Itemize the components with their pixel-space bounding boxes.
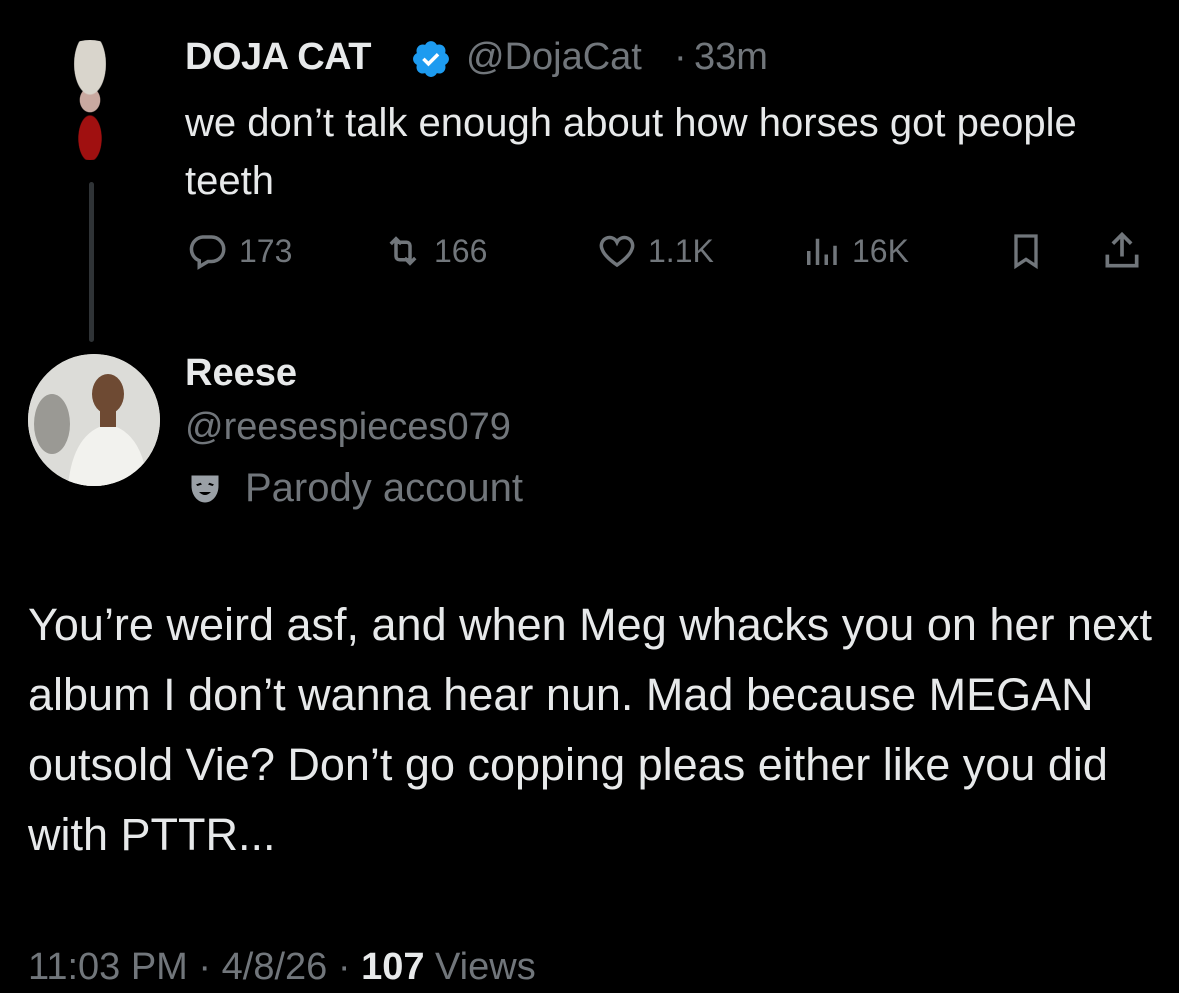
reese-avatar[interactable] [28,354,160,486]
views-count: 16K [852,232,909,269]
tweet-text: we don’t talk enough about how horses go… [185,101,1077,203]
tweet-meta-footer: 11:03 PM · 4/8/26 · 107 Views [28,946,536,989]
like-icon [599,235,635,268]
footer-sep1: · [187,946,222,988]
like-button[interactable]: 1.1K [596,228,714,274]
parody-mask-icon [191,475,219,503]
views-icon [807,238,837,265]
parody-account-label: Parody account [245,466,523,510]
author-display-name[interactable]: DOJA CAT [185,36,372,79]
reply-tweet-text: You’re weird asf, and when Meg whacks yo… [28,599,1152,860]
tweet-timestamp[interactable]: 33m [694,36,768,79]
thread-connector-line [89,182,94,342]
views-button[interactable]: 16K [800,228,909,274]
retweet-icon [389,236,417,266]
footer-views-count[interactable]: 107 [361,946,424,988]
footer-sep2: · [327,946,362,988]
footer-views-label: Views [424,946,536,988]
avatar-photo [28,354,160,486]
reply-author-handle[interactable]: @reesespieces079 [185,406,511,449]
footer-time[interactable]: 11:03 PM [28,946,188,988]
author-handle[interactable]: @DojaCat [466,36,642,79]
reply-author-display-name[interactable]: Reese [185,352,297,395]
verified-badge-icon [413,41,449,77]
reply-button[interactable]: 173 [187,228,292,274]
retweet-count: 166 [434,232,488,269]
reply-icon [189,235,226,270]
footer-date[interactable]: 4/8/26 [222,946,328,988]
share-icon[interactable] [1100,228,1144,274]
bookmark-icon[interactable] [1006,230,1046,272]
meta-separator: · [674,36,687,78]
like-count: 1.1K [648,232,714,269]
reply-count: 173 [239,232,293,269]
retweet-button[interactable]: 166 [382,228,487,274]
dojacat-avatar[interactable] [40,40,140,160]
